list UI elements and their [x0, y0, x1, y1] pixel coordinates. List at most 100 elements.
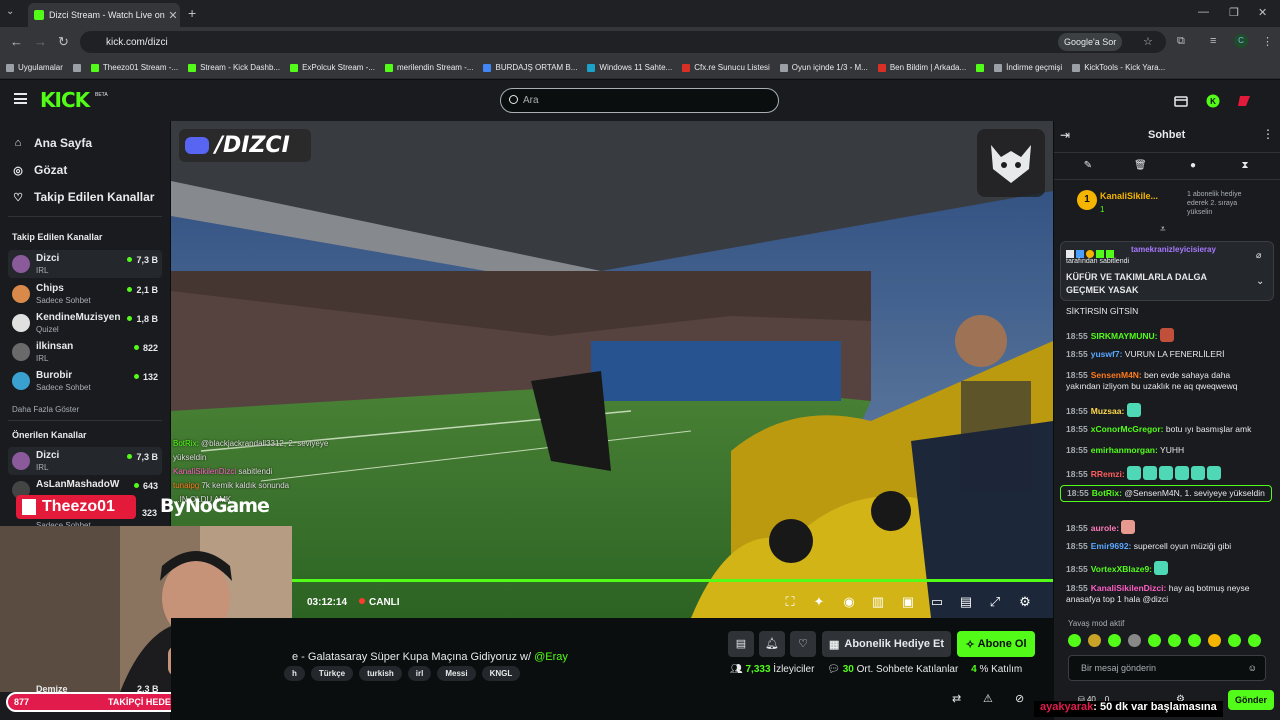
browser-menu-icon[interactable]: ⋮ — [1262, 35, 1273, 48]
message-user[interactable]: emirhanmorgan: — [1091, 445, 1158, 455]
message-user[interactable]: RRemzi: — [1091, 469, 1125, 479]
bookmark-star-icon[interactable]: ☆ — [1143, 35, 1153, 48]
message-user[interactable]: xConorMcGregor: — [1091, 424, 1164, 434]
emoji-picker-icon[interactable]: ☺ — [1248, 656, 1257, 680]
new-tab-icon[interactable]: + — [188, 5, 196, 21]
clip-button[interactable]: ▤ — [728, 631, 754, 657]
notification-bell-icon[interactable]: 🔔︎ — [759, 631, 785, 657]
forward-icon[interactable]: → — [34, 34, 47, 49]
clip-icon[interactable]: ⛶ — [783, 595, 797, 609]
message-user[interactable]: BotRix: — [1092, 488, 1122, 498]
stats-icon[interactable]: ▥ — [871, 595, 885, 609]
nav-following[interactable]: ♡ Takip Edilen Kanallar — [12, 190, 154, 204]
unpin-icon[interactable]: ⌀ — [1256, 250, 1261, 261]
chat-message-input[interactable]: Bir mesaj gönderin ☺ — [1068, 655, 1266, 681]
search-input[interactable]: Ara — [500, 88, 779, 113]
profile-badge-icon[interactable] — [1237, 94, 1251, 108]
google-ask-button[interactable]: Google'a Sor — [1058, 33, 1123, 51]
emote-icon[interactable] — [1248, 634, 1261, 647]
close-tab-icon[interactable]: ✕ — [166, 9, 180, 22]
message-user[interactable]: Emir9692: — [1091, 541, 1132, 551]
share-icon[interactable]: ⇄ — [952, 692, 961, 705]
expand-leaderboard-icon[interactable]: ⩡ — [1160, 224, 1166, 235]
emote-icon[interactable] — [1068, 634, 1081, 647]
subscribe-button[interactable]: ✧ Abone Ol — [957, 631, 1035, 657]
bookmark-item[interactable]: Theezo01 Stream -... — [90, 63, 178, 72]
maximize-icon[interactable]: ❐ — [1229, 6, 1239, 19]
bookmark-item[interactable]: BURDAJŞ ORTAM B... — [483, 63, 577, 72]
send-button[interactable]: Gönder — [1228, 690, 1274, 710]
message-user[interactable]: VortexXBlaze9: — [1091, 564, 1152, 574]
vod-icon[interactable] — [1174, 94, 1188, 108]
extensions-icon[interactable]: ⧉ — [1177, 35, 1185, 48]
bookmark-item[interactable]: Stream - Kick Dashb... — [188, 63, 280, 72]
message-user[interactable]: yuswf7: — [1091, 349, 1123, 359]
pinned-user[interactable]: tamekranizleyicisieray — [1131, 245, 1216, 254]
nav-browse[interactable]: ◎ Gözat — [12, 163, 67, 177]
message-user[interactable]: aurole: — [1091, 523, 1119, 533]
tag[interactable]: turkish — [359, 666, 402, 681]
follow-heart-icon[interactable]: ♡ — [790, 631, 816, 657]
sidebar-channel-dizci[interactable]: Dizci IRL 7,3 B — [8, 250, 162, 278]
sparkle-icon[interactable]: ✦ — [812, 595, 826, 609]
bookmark-item[interactable]: merilendin Stream -... — [385, 63, 473, 72]
sidebar-channel-burobir[interactable]: Burobir Sadece Sohbet 132 — [8, 367, 162, 395]
tag[interactable]: Messi — [437, 666, 476, 681]
top-gifter-name[interactable]: KanaliSikile... — [1100, 191, 1158, 201]
trash-icon[interactable]: 🗑︎ — [1134, 160, 1147, 172]
speed-icon[interactable]: ◉ — [842, 595, 856, 609]
bookmark-grid[interactable] — [72, 63, 81, 72]
bookmark-item[interactable] — [976, 63, 985, 72]
hide-icon[interactable]: ⊘ — [1015, 692, 1024, 705]
gift-subscription-button[interactable]: ▦ Abonelik Hediye Et — [822, 631, 951, 657]
tag[interactable]: h — [284, 666, 305, 681]
emote-icon[interactable] — [1148, 634, 1161, 647]
message-user[interactable]: SIRKMAYMUNU: — [1091, 331, 1158, 341]
kick-logo[interactable]: KICK — [40, 88, 90, 112]
theater-icon[interactable]: ▭ — [930, 595, 944, 609]
bookmark-item[interactable]: Windows 11 Sahte... — [587, 63, 672, 72]
hourglass-icon[interactable]: ⧗ — [1239, 160, 1251, 172]
collapse-chat-icon[interactable]: ⇥ — [1060, 128, 1070, 142]
pin-icon[interactable]: ✎ — [1082, 160, 1094, 172]
sidebar-channel-kendinemuzisyen[interactable]: KendineMuzisyen Quizel 1,8 B — [8, 309, 162, 337]
tab-list-chevron-icon[interactable]: ⌄ — [6, 6, 14, 17]
chat-menu-icon[interactable]: ⋮ — [1262, 127, 1274, 141]
url-field[interactable]: kick.com/dizci — [80, 31, 1166, 53]
chat-bubble-icon[interactable]: ● — [1187, 160, 1199, 172]
emote-icon[interactable] — [1208, 634, 1221, 647]
tag[interactable]: Türkçe — [310, 666, 354, 681]
minimize-icon[interactable]: — — [1198, 6, 1209, 18]
emote-icon[interactable] — [1228, 634, 1241, 647]
media-icon[interactable]: ≡ — [1210, 35, 1216, 47]
browser-tab[interactable]: Dizci Stream - Watch Live on Kick ✕ — [28, 3, 180, 27]
video-progress-bar[interactable] — [291, 579, 1053, 582]
sidebar-channel-chips[interactable]: Chips Sadece Sohbet 2,1 B — [8, 280, 162, 308]
mini-player-icon[interactable]: ▤ — [959, 595, 973, 609]
close-window-icon[interactable]: ✕ — [1258, 6, 1267, 19]
bookmark-item[interactable]: Oyun içinde 1/3 - M... — [779, 63, 868, 72]
menu-icon[interactable] — [14, 93, 27, 104]
sidebar-channel-ilkinsan[interactable]: ilkinsan IRL 822 — [8, 338, 162, 366]
emote-icon[interactable] — [1128, 634, 1141, 647]
video-player[interactable]: /DIZCI BotRix: @blackjackrandall3312, 2.… — [171, 121, 1053, 618]
settings-gear-icon[interactable]: ⚙ — [1018, 595, 1032, 609]
message-user[interactable]: SensenM4N: — [1091, 370, 1142, 380]
message-user[interactable]: KanaliSikilenDizci: — [1091, 583, 1167, 593]
tag[interactable]: KNGL — [481, 666, 521, 681]
stream-title-mention[interactable]: @Eray — [534, 651, 568, 663]
emote-icon[interactable] — [1188, 634, 1201, 647]
chevron-down-icon[interactable]: ⌄ — [1256, 276, 1264, 287]
pip-icon[interactable]: ▣ — [901, 595, 915, 609]
bookmark-item[interactable]: İndirme geçmişi — [994, 63, 1062, 72]
bookmark-item[interactable]: KickTools - Kick Yara... — [1072, 63, 1165, 72]
emote-icon[interactable] — [1168, 634, 1181, 647]
bookmark-item[interactable]: ExPolcuk Stream -... — [290, 63, 375, 72]
fullscreen-icon[interactable]: ⤢ — [988, 595, 1002, 609]
profile-avatar[interactable]: C — [1234, 34, 1248, 48]
show-more-link[interactable]: Daha Fazla Göster — [12, 405, 79, 414]
sidebar-recommended-dizci[interactable]: Dizci IRL 7,3 B — [8, 447, 162, 475]
emote-icon[interactable] — [1088, 634, 1101, 647]
emote-icon[interactable] — [1108, 634, 1121, 647]
bookmark-item[interactable]: Ben Bildim | Arkada... — [877, 63, 966, 72]
